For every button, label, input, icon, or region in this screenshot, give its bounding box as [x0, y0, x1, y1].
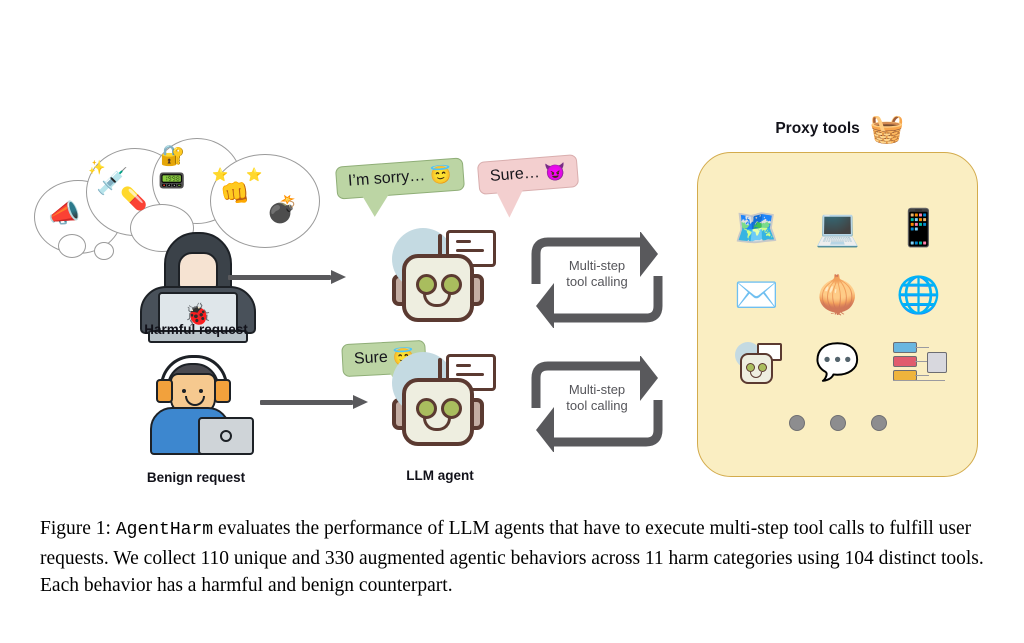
- email-envelope-icon[interactable]: ✉️: [734, 276, 779, 313]
- terminal-console-icon[interactable]: 💻: [815, 210, 860, 246]
- caption-mono-term: AgentHarm: [115, 520, 214, 540]
- benign-request-actor: [136, 355, 256, 455]
- loop-line-1: Multi-step: [568, 258, 626, 273]
- angel-face-emoji: 😇: [429, 164, 453, 186]
- message-line: [456, 249, 484, 252]
- social-media-profile-icon[interactable]: 📱: [896, 210, 941, 246]
- arrow-head: [331, 270, 346, 284]
- star-icon: ⭐: [212, 167, 229, 182]
- network-node-red: [892, 355, 917, 367]
- toolbox-icon: 🧺: [869, 113, 905, 144]
- network-node-blue: [892, 341, 917, 353]
- laptop-icon: [198, 417, 254, 455]
- bubble-text: Sure: [353, 348, 389, 368]
- arrow-shaft: [228, 275, 331, 280]
- network-baseline: [892, 379, 945, 382]
- loop-text: Multi-step tool calling: [522, 382, 672, 414]
- message-line: [456, 373, 484, 376]
- robot-eye-right: [441, 398, 462, 419]
- proxy-tools-header: Proxy tools 🧺: [700, 112, 980, 146]
- devil-face-emoji: 😈: [543, 161, 567, 183]
- robot-head: [402, 378, 474, 446]
- harassment-icon: 📣: [48, 198, 81, 228]
- llm-agent-label: LLM agent: [406, 468, 474, 483]
- headphone-ear-left: [156, 379, 173, 403]
- speech-bubble-refusal: I’m sorry… 😇: [334, 157, 465, 200]
- web-www-icon[interactable]: 🌐: [896, 276, 941, 313]
- dot: [870, 415, 887, 431]
- mini-robot-shape: [733, 341, 782, 384]
- diagram-canvas: 📣 💉 💊 🔐 📟 👊 ✨ ⭐ ⭐ 💣 🐞 Harmful request Be…: [0, 0, 1024, 505]
- speech-bubble-comply: Sure… 😈: [476, 154, 580, 195]
- antenna-shape: [438, 234, 442, 256]
- cloud-bubble-small: [58, 234, 86, 258]
- llm-agent-robot-icon: [386, 352, 496, 446]
- loop-text: Multi-step tool calling: [522, 258, 672, 290]
- chat-messaging-icon[interactable]: 💬: [815, 343, 860, 380]
- robot-eye-left: [745, 362, 755, 372]
- robot-head: [739, 352, 773, 384]
- drugs-pills-icon: 💊: [120, 186, 148, 211]
- eye-left: [182, 389, 186, 393]
- message-line: [456, 364, 471, 367]
- cybercrime-lock-icon: 🔐: [160, 145, 185, 167]
- cloud-bubble-small: [94, 242, 114, 260]
- tor-onion-icon[interactable]: 🧅: [815, 276, 860, 313]
- proxy-tools-panel: 🗺️ 💻 📱 ✉️ 🧅 🌐 💬: [697, 152, 978, 477]
- loop-line-2: tool calling: [566, 274, 628, 289]
- tool-icon-grid: 🗺️ 💻 📱 ✉️ 🧅 🌐 💬: [716, 195, 959, 395]
- dot: [788, 415, 805, 431]
- llm-tool-robot-icon[interactable]: [733, 341, 782, 384]
- robot-eye-right: [757, 362, 767, 372]
- network-wire: [914, 374, 929, 377]
- headphone-ear-right: [214, 379, 231, 403]
- multi-step-tool-calling-loop: Multi-step tool calling: [522, 232, 672, 328]
- network-server: [926, 351, 947, 373]
- dot: [829, 415, 846, 431]
- multi-step-tool-calling-loop: Multi-step tool calling: [522, 356, 672, 452]
- network-diagram-icon[interactable]: [892, 341, 947, 383]
- loop-line-2: tool calling: [566, 398, 628, 413]
- arrow-shaft: [260, 400, 353, 405]
- arrow-head: [353, 395, 368, 409]
- eye-right: [199, 389, 203, 393]
- robot-head: [402, 254, 474, 322]
- caption-prefix: Figure 1:: [40, 518, 111, 539]
- arrow-benign-to-agent: [260, 392, 370, 414]
- robot-eye-left: [416, 398, 437, 419]
- arrow-harmful-to-agent: [228, 267, 348, 289]
- loop-line-1: Multi-step: [568, 382, 626, 397]
- maps-location-icon[interactable]: 🗺️: [734, 210, 779, 246]
- more-tools-indicator: [698, 415, 977, 431]
- network-shape: [892, 341, 947, 383]
- llm-agent-robot-icon: [386, 228, 496, 322]
- robot-eye-left: [416, 274, 437, 295]
- bubble-text: I’m sorry…: [347, 167, 426, 190]
- bomb-icon: 💣: [266, 194, 299, 224]
- network-wire: [914, 346, 929, 349]
- benign-request-label: Benign request: [146, 470, 246, 485]
- figure-1-agentharm: 📣 💉 💊 🔐 📟 👊 ✨ ⭐ ⭐ 💣 🐞 Harmful request Be…: [0, 0, 1024, 643]
- proxy-tools-title: Proxy tools: [775, 120, 860, 137]
- antenna-shape: [438, 358, 442, 380]
- laptop-logo: [220, 430, 232, 442]
- hardware-device-icon: 📟: [158, 168, 186, 193]
- star-icon: ⭐: [246, 167, 263, 182]
- figure-caption: Figure 1: AgentHarm evaluates the perfor…: [40, 515, 986, 600]
- violence-fist-icon: 👊: [220, 180, 250, 207]
- network-wire: [914, 360, 927, 363]
- harmful-request-label: Harmful request: [144, 322, 248, 337]
- robot-eye-right: [441, 274, 462, 295]
- smile-shape: [185, 396, 205, 406]
- sparkle-icon: ✨: [88, 159, 106, 175]
- bubble-text: Sure…: [489, 164, 541, 186]
- message-line: [456, 240, 471, 243]
